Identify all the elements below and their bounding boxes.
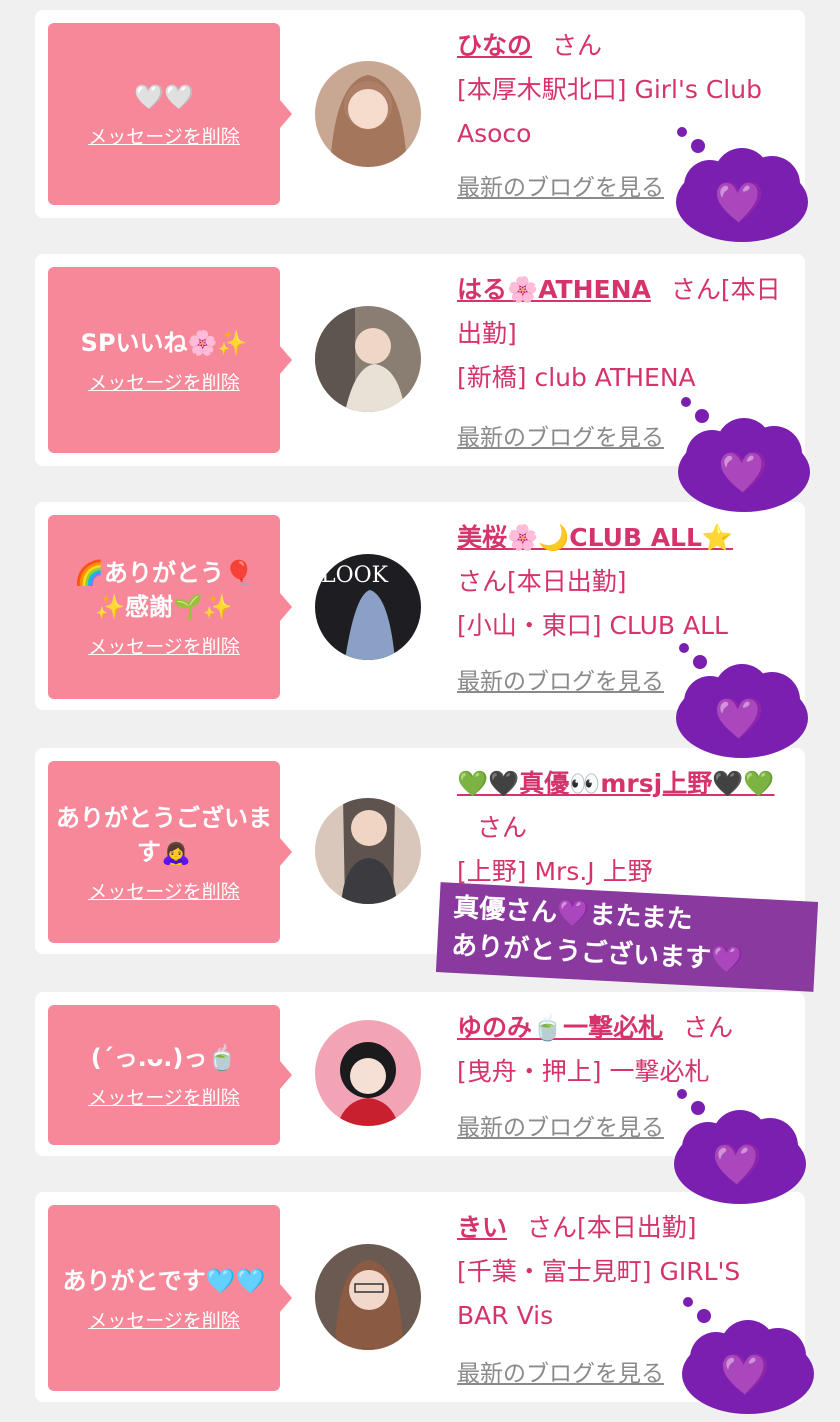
message-text: ありがとうございます🙇‍♀️ xyxy=(56,803,272,866)
message-text: (ˊっ.ᴗ.)っ🍵 xyxy=(90,1043,238,1072)
message-bubble: ありがとうございます🙇‍♀️ メッセージを削除 xyxy=(48,761,292,943)
profile-info: はる🌸ATHENA さん[本日出勤] [新橋] club ATHENA xyxy=(457,268,787,400)
message-bubble: (ˊっ.ᴗ.)っ🍵 メッセージを削除 xyxy=(48,1005,292,1145)
latest-blog-link[interactable]: 最新のブログを見る xyxy=(457,1108,664,1142)
delete-message-link[interactable]: メッセージを削除 xyxy=(88,1083,240,1110)
purple-heart-icon: 💜 xyxy=(714,696,764,742)
caption-sticker: 真優さん💜またまた ありがとうございます💜 xyxy=(435,882,819,992)
message-bubble: 🌈ありがとう🎈 ✨感謝🌱✨ メッセージを削除 xyxy=(48,515,292,699)
delete-message-link[interactable]: メッセージを削除 xyxy=(88,877,240,904)
avatar[interactable]: LOOK xyxy=(315,554,421,660)
profile-info: ゆのみ🍵一撃必札 さん [曳舟・押上] 一撃必札 xyxy=(457,1006,787,1094)
heart-cloud-sticker: 💜 xyxy=(668,1296,818,1418)
svg-text:LOOK: LOOK xyxy=(321,563,389,588)
delete-message-link[interactable]: メッセージを削除 xyxy=(88,122,240,149)
cast-name-link[interactable]: 美桜🌸🌙CLUB ALL⭐ xyxy=(457,523,733,552)
avatar[interactable] xyxy=(315,306,421,412)
honorific: さん xyxy=(457,567,508,596)
message-bubble: SPいいね🌸✨ メッセージを削除 xyxy=(48,267,292,453)
honorific: さん xyxy=(552,31,603,60)
cast-name-link[interactable]: ゆのみ🍵一撃必札 xyxy=(457,1013,663,1042)
heart-cloud-sticker: 💜 xyxy=(662,124,812,246)
purple-heart-icon: 💜 xyxy=(714,180,764,226)
purple-heart-icon: 💜 xyxy=(720,1352,770,1398)
status-badge: [本日出勤] xyxy=(507,567,627,596)
status-badge: [本日出勤] xyxy=(577,1213,697,1242)
latest-blog-link[interactable]: 最新のブログを見る xyxy=(457,662,664,696)
cast-name-link[interactable]: はる🌸ATHENA xyxy=(457,275,651,304)
avatar[interactable] xyxy=(315,1020,421,1126)
purple-heart-icon: 💜 xyxy=(712,1142,762,1188)
message-text: ありがとです🩵🩵 xyxy=(62,1266,266,1295)
message-text: SPいいね🌸✨ xyxy=(80,328,248,357)
cast-name-link[interactable]: きい xyxy=(457,1213,507,1242)
avatar[interactable] xyxy=(315,1244,421,1350)
heart-cloud-sticker: 💜 xyxy=(662,640,812,762)
latest-blog-link[interactable]: 最新のブログを見る xyxy=(457,1354,664,1388)
honorific: さん xyxy=(670,275,721,304)
purple-heart-icon: 💜 xyxy=(718,450,768,496)
message-bubble: 🤍🤍 メッセージを削除 xyxy=(48,23,292,205)
honorific: さん xyxy=(683,1013,734,1042)
latest-blog-link[interactable]: 最新のブログを見る xyxy=(457,168,664,202)
delete-message-link[interactable]: メッセージを削除 xyxy=(88,368,240,395)
message-bubble: ありがとです🩵🩵 メッセージを削除 xyxy=(48,1205,292,1391)
heart-cloud-sticker: 💜 xyxy=(660,1086,810,1208)
avatar[interactable] xyxy=(315,798,421,904)
profile-info: 💚🖤真優👀mrsj上野🖤💚さん [上野] Mrs.J 上野 xyxy=(457,762,787,894)
heart-cloud-sticker: 💜 xyxy=(664,394,814,516)
cast-name-link[interactable]: 💚🖤真優👀mrsj上野🖤💚 xyxy=(457,769,774,798)
latest-blog-link[interactable]: 最新のブログを見る xyxy=(457,418,664,452)
message-text: 🤍🤍 xyxy=(134,82,194,111)
profile-info: 美桜🌸🌙CLUB ALL⭐ さん[本日出勤] [小山・東口] CLUB ALL xyxy=(457,516,787,648)
cast-name-link[interactable]: ひなの xyxy=(457,31,532,60)
honorific: さん xyxy=(477,813,528,842)
avatar[interactable] xyxy=(315,61,421,167)
delete-message-link[interactable]: メッセージを削除 xyxy=(88,1306,240,1333)
delete-message-link[interactable]: メッセージを削除 xyxy=(88,632,240,659)
message-text: 🌈ありがとう🎈 ✨感謝🌱✨ xyxy=(74,558,254,621)
honorific: さん xyxy=(527,1213,578,1242)
